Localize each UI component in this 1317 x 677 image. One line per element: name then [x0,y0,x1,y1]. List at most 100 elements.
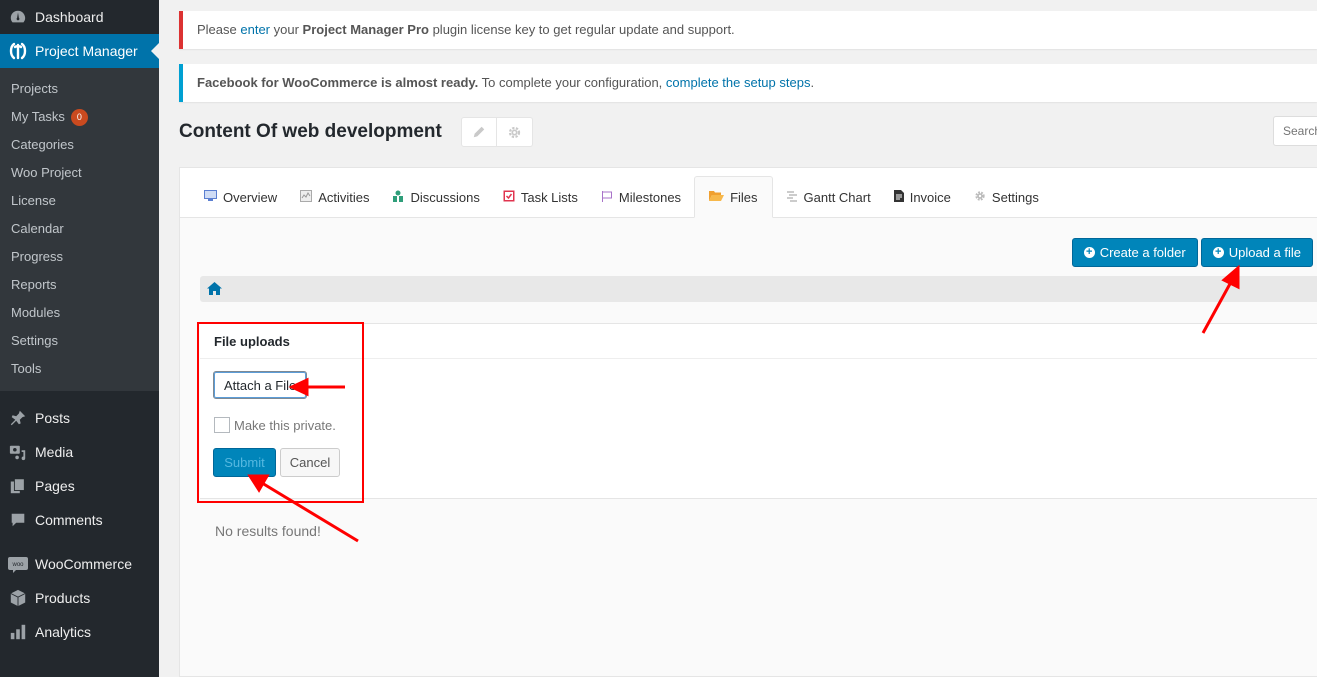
tab-label: Files [730,189,758,205]
menu-label: Comments [35,512,103,528]
menu-label: Posts [35,410,71,426]
submenu-settings[interactable]: Settings [0,327,159,355]
submenu-label: Progress [11,249,64,264]
tab-activities[interactable]: Activities [290,177,379,217]
menu-products[interactable]: Products [0,581,159,615]
create-folder-button[interactable]: + Create a folder [1071,238,1198,267]
menu-label: Project Manager [35,43,138,59]
tab-label: Invoice [909,189,951,205]
submenu-label: Woo Project [11,165,82,180]
submenu-label: Categories [11,137,74,152]
dashboard-icon [8,7,28,27]
submenu-calendar[interactable]: Calendar [0,215,159,243]
submenu-label: Settings [11,333,58,348]
gear-icon [974,190,986,205]
submenu-my-tasks[interactable]: My Tasks 0 [0,103,159,131]
admin-sidebar: Dashboard Project Manager Projects My Ta… [0,0,159,677]
submenu-label: Tools [11,361,42,376]
tab-label: Task Lists [520,189,578,205]
submenu-projects[interactable]: Projects [0,75,159,103]
tab-label: Settings [991,189,1039,205]
submenu-categories[interactable]: Categories [0,131,159,159]
submenu-modules[interactable]: Modules [0,299,159,327]
media-icon [8,442,28,462]
tab-gantt-chart[interactable]: Gantt Chart [776,177,881,217]
gantt-icon [786,190,798,205]
notice-text: your [270,22,303,37]
project-search-input[interactable] [1273,116,1317,146]
home-icon[interactable] [207,281,222,298]
page-title: Content Of web development [179,121,442,142]
project-settings-button[interactable] [496,117,533,147]
tab-milestones[interactable]: Milestones [591,177,691,217]
project-header: Content Of web development [179,116,533,148]
notice-bold-text: Project Manager Pro [302,22,429,37]
submenu-label: Projects [11,81,58,96]
submenu-license[interactable]: License [0,187,159,215]
discussions-icon [392,190,404,205]
empty-state-message: No results found! [215,523,321,539]
milestones-icon [601,190,613,205]
menu-dashboard[interactable]: Dashboard [0,0,159,34]
folder-icon [709,190,725,205]
tab-label: Discussions [410,189,480,205]
comment-icon [8,510,28,530]
menu-pages[interactable]: Pages [0,469,159,503]
tab-invoice[interactable]: Invoice [884,177,961,217]
folder-breadcrumb [200,276,1317,302]
tab-files[interactable]: Files [694,176,773,218]
submenu-reports[interactable]: Reports [0,271,159,299]
submenu-progress[interactable]: Progress [0,243,159,271]
tab-discussions[interactable]: Discussions [382,177,489,217]
notice-text: . [810,75,815,90]
tab-task-lists[interactable]: Task Lists [493,177,588,217]
annotation-highlight-box [197,322,364,503]
menu-woocommerce[interactable]: woo WooCommerce [0,547,159,581]
upload-file-button[interactable]: + Upload a file [1200,238,1313,267]
menu-label: Analytics [35,624,92,640]
tab-label: Gantt Chart [803,189,871,205]
menu-label: Dashboard [35,9,104,25]
notice-text: To complete your configuration, [478,75,666,90]
pages-icon [8,476,28,496]
menu-label: Pages [35,478,75,494]
menu-label: Products [35,590,91,606]
invoice-icon [893,189,904,205]
menu-analytics[interactable]: Analytics [0,615,159,649]
setup-steps-link[interactable]: complete the setup steps [666,75,811,90]
submenu-label: Modules [11,305,61,320]
gear-icon [508,126,520,138]
menu-comments[interactable]: Comments [0,503,159,537]
edit-project-button[interactable] [460,117,497,147]
project-manager-icon [8,41,28,61]
upload-form-header: File uploads [200,324,1317,359]
pin-icon [8,408,28,428]
tab-settings[interactable]: Settings [964,177,1049,217]
task-count-badge: 0 [70,108,88,126]
bar-chart-icon [8,622,28,642]
tab-label: Activities [318,189,370,205]
plus-circle-icon: + [1212,247,1224,258]
pencil-icon [473,126,485,138]
tab-overview[interactable]: Overview [194,177,287,217]
license-notice: Please enter your Project Manager Pro pl… [179,11,1317,49]
notice-bold-text: Facebook for WooCommerce is almost ready… [197,75,479,90]
submenu-woo-project[interactable]: Woo Project [0,159,159,187]
project-tabs: Overview Activities Discussions Task Lis… [180,168,1317,218]
menu-posts[interactable]: Posts [0,401,159,435]
plus-circle-icon: + [1083,247,1095,258]
button-label: Upload a file [1228,245,1301,260]
menu-project-manager[interactable]: Project Manager [0,34,159,68]
task-lists-icon [503,190,515,205]
enter-license-link[interactable]: enter [240,22,270,37]
menu-label: Media [35,444,74,460]
menu-separator [0,537,159,547]
box-icon [8,588,28,608]
notice-text: plugin license key to get regular update… [428,22,735,37]
menu-media[interactable]: Media [0,435,159,469]
submenu-label: Calendar [11,221,64,236]
svg-text:woo: woo [11,562,24,568]
file-upload-form: File uploads Attach a File Make this pri… [200,323,1317,499]
submenu-label: License [11,193,56,208]
submenu-tools[interactable]: Tools [0,355,159,383]
